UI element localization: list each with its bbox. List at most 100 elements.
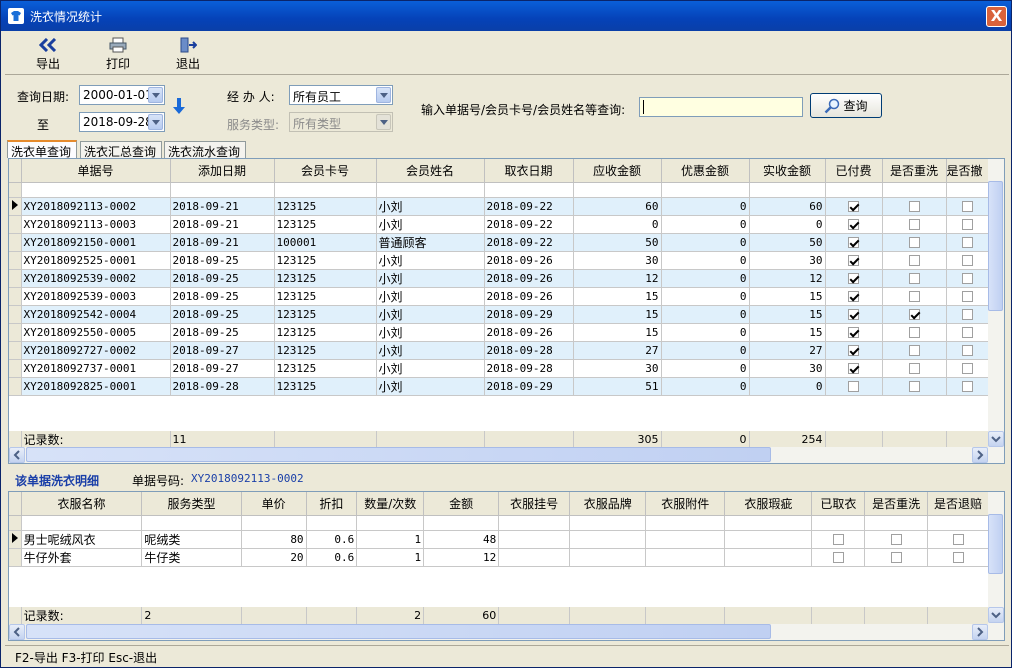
table-row[interactable]: XY2018092150-0001 2018-09-21 100001 普通顾客 201… xyxy=(9,233,990,252)
close-button[interactable]: X xyxy=(986,6,1007,27)
table-row[interactable]: XY2018092113-0002 2018-09-21 123125 小刘 2018-… xyxy=(9,197,990,216)
col-header[interactable]: 是否撤 xyxy=(946,159,990,183)
checkbox[interactable] xyxy=(848,201,859,212)
table-row[interactable]: XY2018092525-0001 2018-09-25 123125 小刘 2018-… xyxy=(9,251,990,270)
col-header[interactable]: 金额 xyxy=(423,492,500,516)
col-header[interactable]: 单据号 xyxy=(21,159,171,183)
checkbox[interactable] xyxy=(832,552,844,563)
col-header[interactable]: 单价 xyxy=(241,492,307,516)
col-header[interactable]: 是否重洗 xyxy=(882,159,947,183)
checkbox[interactable] xyxy=(962,201,973,212)
col-header[interactable]: 衣服挂号 xyxy=(498,492,571,516)
orders-vscroll[interactable] xyxy=(988,159,1004,447)
tab-summary-query[interactable]: 洗衣汇总查询 xyxy=(80,141,162,159)
checkbox[interactable] xyxy=(848,219,859,230)
col-header[interactable]: 已取衣 xyxy=(811,492,866,516)
checkbox[interactable] xyxy=(848,345,859,356)
handler-select[interactable]: 所有员工 xyxy=(289,85,393,105)
checkbox[interactable] xyxy=(962,219,973,230)
checkbox[interactable] xyxy=(962,291,973,302)
col-header[interactable]: 取衣日期 xyxy=(484,159,574,183)
table-row[interactable]: 男士呢绒风衣 呢绒类 80 0.6 1 48 xyxy=(9,530,989,549)
checkbox[interactable] xyxy=(962,237,973,248)
search-button[interactable]: 查询 xyxy=(810,93,882,118)
detail-hscroll-thumb[interactable] xyxy=(26,624,771,639)
tab-flow-query[interactable]: 洗衣流水查询 xyxy=(164,141,246,159)
checkbox[interactable] xyxy=(962,255,973,266)
checkbox[interactable] xyxy=(848,363,859,374)
checkbox[interactable] xyxy=(962,363,973,374)
tab-order-query[interactable]: 洗衣单查询 xyxy=(7,140,77,159)
checkbox[interactable] xyxy=(890,534,902,545)
date-to-picker[interactable]: 2018-09-28 xyxy=(79,112,165,132)
col-header[interactable]: 衣服品牌 xyxy=(569,492,647,516)
scroll-right-button[interactable] xyxy=(972,447,988,463)
col-header[interactable]: 实收金额 xyxy=(749,159,826,183)
table-row[interactable]: 牛仔外套 牛仔类 20 0.6 1 12 xyxy=(9,548,989,567)
table-row[interactable]: XY2018092727-0002 2018-09-27 123125 小刘 2018-… xyxy=(9,341,990,360)
checkbox[interactable] xyxy=(952,552,964,563)
checkbox[interactable] xyxy=(848,291,859,302)
checkbox[interactable] xyxy=(962,345,973,356)
checkbox[interactable] xyxy=(832,534,844,545)
checkbox[interactable] xyxy=(962,381,973,392)
chevron-down-icon[interactable] xyxy=(376,87,391,103)
checkbox[interactable] xyxy=(848,255,859,266)
col-header[interactable]: 服务类型 xyxy=(141,492,242,516)
down-arrow-icon[interactable] xyxy=(173,98,185,114)
table-row[interactable]: XY2018092539-0002 2018-09-25 123125 小刘 2018-… xyxy=(9,269,990,288)
table-row[interactable]: XY2018092113-0003 2018-09-21 123125 小刘 2018-… xyxy=(9,215,990,234)
col-header[interactable]: 会员姓名 xyxy=(376,159,485,183)
scroll-down-button[interactable] xyxy=(988,431,1004,447)
checkbox[interactable] xyxy=(908,363,920,374)
col-header[interactable]: 是否退赔 xyxy=(927,492,989,516)
table-row[interactable]: XY2018092542-0004 2018-09-25 123125 小刘 2018-… xyxy=(9,305,990,324)
checkbox[interactable] xyxy=(908,255,920,266)
orders-hscroll[interactable] xyxy=(9,447,1004,463)
checkbox[interactable] xyxy=(908,345,920,356)
col-header[interactable]: 衣服瑕疵 xyxy=(724,492,813,516)
col-header[interactable]: 添加日期 xyxy=(170,159,275,183)
scroll-left-button[interactable] xyxy=(9,447,25,463)
export-button[interactable]: 导出 xyxy=(23,35,73,73)
col-header[interactable]: 已付费 xyxy=(825,159,883,183)
checkbox[interactable] xyxy=(848,237,859,248)
detail-vscroll[interactable] xyxy=(988,492,1004,624)
checkbox[interactable] xyxy=(962,273,973,284)
orders-vscroll-thumb[interactable] xyxy=(988,181,1003,311)
exit-button[interactable]: 退出 xyxy=(163,35,213,73)
checkbox[interactable] xyxy=(908,219,920,230)
scroll-right-button[interactable] xyxy=(972,624,988,640)
checkbox[interactable] xyxy=(890,552,902,563)
scroll-down-button[interactable] xyxy=(988,607,1004,623)
checkbox[interactable] xyxy=(848,381,859,392)
col-header[interactable]: 衣服名称 xyxy=(21,492,143,516)
filter-row[interactable] xyxy=(9,182,990,198)
col-header[interactable]: 优惠金额 xyxy=(661,159,750,183)
col-header[interactable]: 会员卡号 xyxy=(274,159,377,183)
table-row[interactable]: XY2018092737-0001 2018-09-27 123125 小刘 2018-… xyxy=(9,359,990,378)
checkbox[interactable] xyxy=(962,327,973,338)
table-row[interactable]: XY2018092825-0001 2018-09-28 123125 小刘 2018-… xyxy=(9,377,990,396)
col-header[interactable]: 数量/次数 xyxy=(356,492,425,516)
col-header[interactable]: 折扣 xyxy=(306,492,358,516)
table-row[interactable]: XY2018092539-0003 2018-09-25 123125 小刘 2018-… xyxy=(9,287,990,306)
chevron-down-icon[interactable] xyxy=(148,114,163,130)
checkbox[interactable] xyxy=(908,201,920,212)
checkbox[interactable] xyxy=(908,381,920,392)
detail-vscroll-thumb[interactable] xyxy=(988,514,1003,574)
checkbox[interactable] xyxy=(952,534,964,545)
chevron-down-icon[interactable] xyxy=(148,87,163,103)
date-from-picker[interactable]: 2000-01-01 xyxy=(79,85,165,105)
checkbox[interactable] xyxy=(962,309,973,320)
col-header[interactable]: 是否重洗 xyxy=(864,492,929,516)
checkbox[interactable] xyxy=(848,327,859,338)
table-row[interactable]: XY2018092550-0005 2018-09-25 123125 小刘 2018-… xyxy=(9,323,990,342)
scroll-left-button[interactable] xyxy=(9,624,25,640)
orders-hscroll-thumb[interactable] xyxy=(26,447,771,462)
checkbox[interactable] xyxy=(848,273,859,284)
col-header[interactable]: 衣服附件 xyxy=(645,492,726,516)
search-input[interactable] xyxy=(639,97,803,117)
checkbox[interactable] xyxy=(908,237,920,248)
filter-row[interactable] xyxy=(9,515,989,531)
